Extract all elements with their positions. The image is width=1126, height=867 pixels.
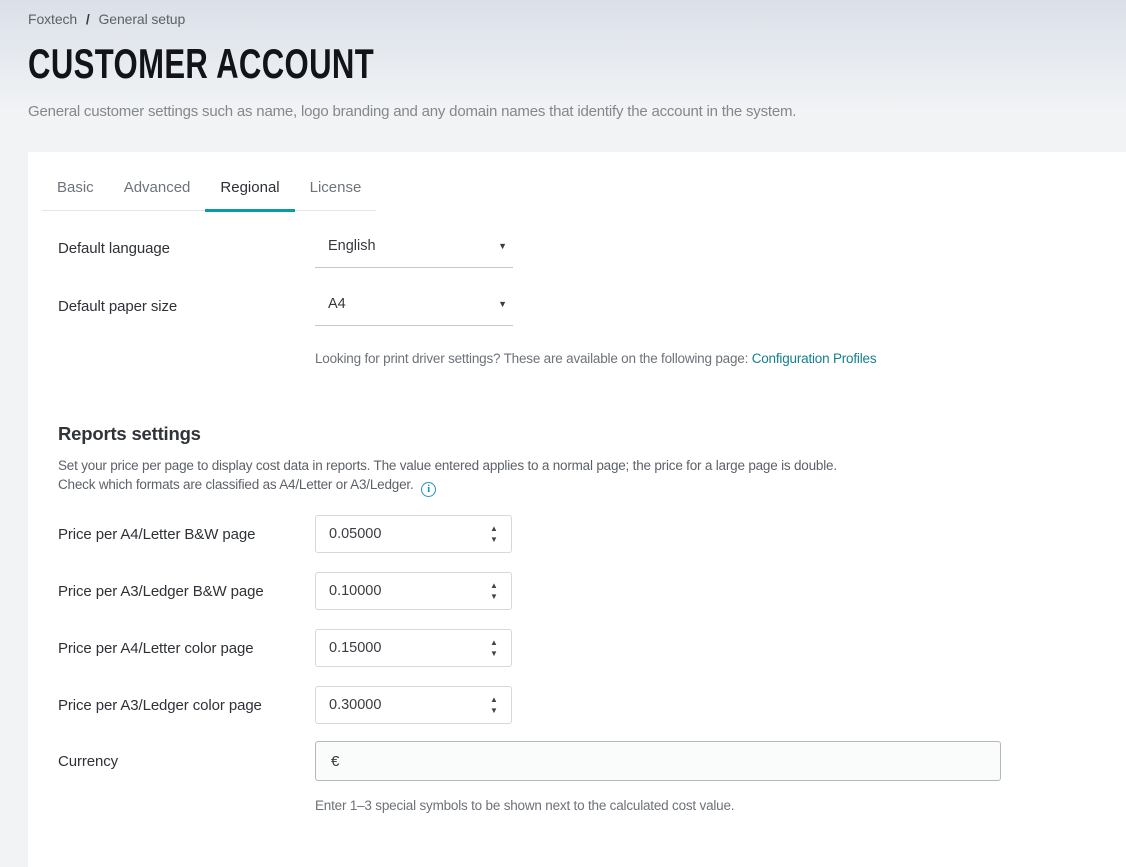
default-language-label: Default language (58, 238, 315, 257)
default-paper-size-row: Default paper size A4 ▼ (58, 296, 513, 326)
price-a4-bw-label: Price per A4/Letter B&W page (58, 526, 315, 543)
spinner-down-icon[interactable]: ▼ (487, 650, 501, 658)
settings-panel: Basic Advanced Regional License Default … (28, 152, 1126, 867)
price-a4-color-input[interactable] (316, 640, 466, 656)
price-a3-bw-label: Price per A3/Ledger B&W page (58, 583, 315, 600)
reports-description-line2: Check which formats are classified as A4… (58, 477, 414, 492)
reports-settings-title: Reports settings (58, 423, 201, 445)
print-driver-note: Looking for print driver settings? These… (315, 351, 876, 366)
reports-settings-description: Set your price per page to display cost … (58, 456, 837, 497)
tab-license[interactable]: License (295, 168, 377, 212)
spinner-up-icon[interactable]: ▲ (487, 639, 501, 647)
tab-regional[interactable]: Regional (205, 168, 294, 212)
default-paper-size-label: Default paper size (58, 296, 315, 315)
default-language-value: English (328, 238, 376, 254)
print-driver-note-text: Looking for print driver settings? These… (315, 351, 748, 366)
price-a4-color-spinner: ▲ ▼ (487, 630, 501, 666)
price-a4-bw-input[interactable] (316, 526, 466, 542)
currency-row: Currency (58, 741, 1001, 781)
price-a4-bw-row: Price per A4/Letter B&W page ▲ ▼ (58, 515, 512, 553)
price-a4-bw-spinner: ▲ ▼ (487, 516, 501, 552)
price-a4-color-row: Price per A4/Letter color page ▲ ▼ (58, 629, 512, 667)
currency-helper-text: Enter 1–3 special symbols to be shown ne… (315, 798, 734, 813)
reports-description-line1: Set your price per page to display cost … (58, 458, 837, 473)
price-a3-color-field: ▲ ▼ (315, 686, 512, 724)
tab-advanced[interactable]: Advanced (109, 168, 206, 212)
page-subtitle: General customer settings such as name, … (28, 103, 796, 120)
price-a3-color-label: Price per A3/Ledger color page (58, 697, 315, 714)
default-language-select[interactable]: English ▼ (315, 238, 513, 268)
currency-label: Currency (58, 753, 315, 770)
price-a3-color-spinner: ▲ ▼ (487, 687, 501, 723)
currency-field (315, 741, 1001, 781)
breadcrumb-item-general-setup[interactable]: General setup (99, 11, 186, 27)
price-a4-color-field: ▲ ▼ (315, 629, 512, 667)
info-icon[interactable]: i (421, 482, 436, 497)
page-title: CUSTOMER ACCOUNT (28, 40, 374, 88)
default-paper-size-value: A4 (328, 296, 346, 312)
price-a3-bw-input[interactable] (316, 583, 466, 599)
price-a3-bw-field: ▲ ▼ (315, 572, 512, 610)
spinner-up-icon[interactable]: ▲ (487, 582, 501, 590)
price-a3-color-row: Price per A3/Ledger color page ▲ ▼ (58, 686, 512, 724)
chevron-down-icon: ▼ (498, 238, 507, 251)
spinner-up-icon[interactable]: ▲ (487, 525, 501, 533)
breadcrumb-separator: / (86, 11, 90, 27)
tab-basic[interactable]: Basic (42, 168, 109, 212)
price-a4-color-label: Price per A4/Letter color page (58, 640, 315, 657)
spinner-down-icon[interactable]: ▼ (487, 593, 501, 601)
default-paper-size-select[interactable]: A4 ▼ (315, 296, 513, 326)
configuration-profiles-link[interactable]: Configuration Profiles (752, 351, 877, 366)
spinner-down-icon[interactable]: ▼ (487, 707, 501, 715)
price-a3-bw-spinner: ▲ ▼ (487, 573, 501, 609)
breadcrumb-item-foxtech[interactable]: Foxtech (28, 11, 77, 27)
price-a3-bw-row: Price per A3/Ledger B&W page ▲ ▼ (58, 572, 512, 610)
spinner-up-icon[interactable]: ▲ (487, 696, 501, 704)
price-a4-bw-field: ▲ ▼ (315, 515, 512, 553)
breadcrumb: Foxtech / General setup (28, 11, 185, 27)
chevron-down-icon: ▼ (498, 296, 507, 309)
spinner-down-icon[interactable]: ▼ (487, 536, 501, 544)
default-language-row: Default language English ▼ (58, 238, 513, 268)
currency-input[interactable] (316, 742, 1000, 780)
tab-bar: Basic Advanced Regional License (42, 168, 376, 211)
price-a3-color-input[interactable] (316, 697, 466, 713)
